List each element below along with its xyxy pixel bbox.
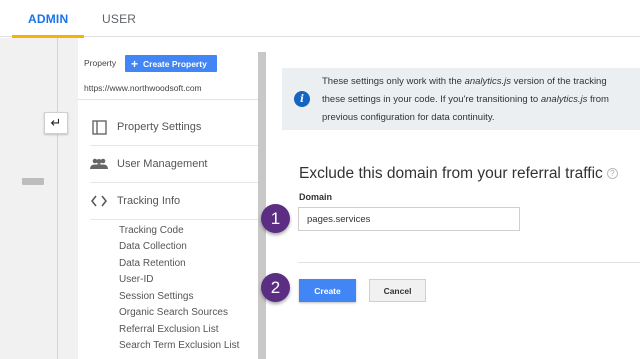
menu-item-label: Tracking Info [117, 195, 181, 207]
rail-label-placeholder [22, 178, 44, 185]
top-tab-bar: ADMIN USER [0, 0, 640, 38]
property-settings-icon [90, 119, 108, 135]
code-icon [90, 195, 108, 207]
create-property-button[interactable]: + Create Property [125, 55, 217, 72]
step-badge-1: 1 [261, 204, 290, 233]
property-column: Property + Create Property https://www.n… [78, 38, 258, 359]
domain-label: Domain [299, 192, 333, 202]
sub-item-referral-exclusion-list[interactable]: Referral Exclusion List [119, 324, 218, 335]
sub-item-tracking-code[interactable]: Tracking Code [119, 225, 184, 236]
info-icon: i [294, 91, 310, 107]
sub-item-search-term-exclusion-list[interactable]: Search Term Exclusion List [119, 340, 239, 351]
property-divider [78, 99, 258, 100]
users-icon [90, 158, 108, 170]
info-line-3: previous configuration for data continui… [322, 112, 495, 123]
menu-item-property-settings[interactable]: Property Settings [78, 109, 258, 145]
info-line-1: These settings only work with the analyt… [322, 76, 607, 87]
sub-item-data-collection[interactable]: Data Collection [119, 241, 187, 252]
help-icon[interactable]: ? [606, 168, 618, 180]
tab-admin[interactable]: ADMIN [28, 12, 68, 26]
create-property-label: Create Property [143, 58, 207, 69]
back-arrow-button[interactable]: ↵ [44, 112, 68, 134]
menu-item-user-management[interactable]: User Management [78, 146, 258, 182]
rail-divider [57, 38, 58, 359]
property-label: Property [84, 58, 117, 68]
menu-item-label: User Management [117, 158, 208, 170]
left-rail [0, 38, 78, 359]
plus-icon: + [131, 56, 139, 71]
info-banner: i These settings only work with the anal… [282, 68, 640, 130]
menu-divider [90, 219, 258, 220]
sub-item-data-retention[interactable]: Data Retention [119, 258, 186, 269]
back-arrow-icon: ↵ [50, 115, 62, 130]
property-url: https://www.northwoodsoft.com [84, 83, 202, 93]
page-title-text: Exclude this domain from your referral t… [299, 165, 603, 182]
column-scrollbar[interactable] [258, 52, 266, 359]
step-badge-2: 2 [261, 273, 290, 302]
info-line-2: these settings in your code. If you're t… [322, 94, 609, 105]
create-button[interactable]: Create [299, 279, 356, 302]
page-title: Exclude this domain from your referral t… [299, 165, 618, 183]
sub-item-user-id[interactable]: User-ID [119, 274, 153, 285]
sub-item-session-settings[interactable]: Session Settings [119, 291, 194, 302]
menu-item-label: Property Settings [117, 121, 202, 133]
tab-user[interactable]: USER [102, 12, 136, 26]
main-panel: i These settings only work with the anal… [266, 38, 640, 359]
menu-item-tracking-info[interactable]: Tracking Info [78, 183, 258, 219]
cancel-button[interactable]: Cancel [369, 279, 426, 302]
domain-input[interactable] [298, 207, 520, 231]
form-divider [298, 262, 640, 263]
sub-item-organic-search-sources[interactable]: Organic Search Sources [119, 307, 228, 318]
